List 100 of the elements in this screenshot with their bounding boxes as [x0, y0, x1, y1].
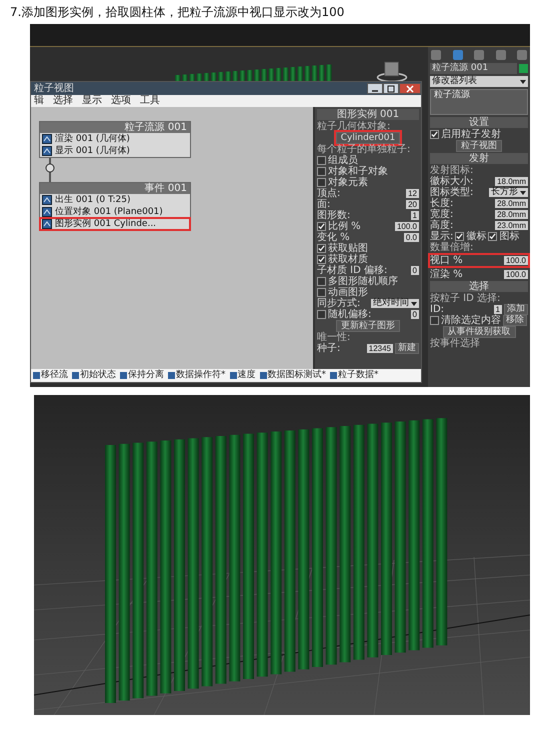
value-field[interactable]: 100.0 [504, 256, 528, 265]
checkbox[interactable] [317, 288, 326, 297]
value-field[interactable]: 100.0 [394, 222, 419, 231]
menu-item[interactable]: 选择 [53, 95, 73, 107]
dropdown-field[interactable]: 长方形 [489, 188, 528, 197]
checkbox-label: 启用粒子发射 [441, 129, 501, 140]
modifier-list-dropdown[interactable]: 修改器列表 [430, 76, 528, 87]
depot-item[interactable]: 数据操作符* [176, 370, 226, 381]
checkbox[interactable] [317, 178, 326, 187]
panel-button[interactable]: 添加 [504, 304, 528, 315]
operator-icon [330, 372, 337, 379]
depot-item[interactable]: 移径流 [41, 370, 68, 381]
panel-button[interactable]: 从事件级别获取 [442, 326, 516, 338]
operator-icon [33, 372, 40, 379]
checkbox-label: 动画图形 [328, 287, 368, 298]
checkbox[interactable] [317, 222, 326, 231]
operator-row[interactable]: 显示 001 (几何体) [40, 145, 190, 157]
color-swatch[interactable] [519, 64, 528, 73]
operator-icon [230, 372, 236, 379]
depot-item[interactable]: 初始状态 [80, 370, 116, 381]
depot-item[interactable]: 速度 [238, 370, 256, 381]
checkbox[interactable] [430, 130, 439, 139]
menu-item[interactable]: 选项 [111, 95, 131, 107]
operator-icon [72, 372, 79, 379]
field-label: 种子: [317, 343, 340, 354]
checkbox-label: 徽标 [466, 231, 486, 242]
operator-row[interactable]: 图形实例 001 Cylinde... [40, 218, 190, 230]
value-field[interactable]: 1 [494, 305, 502, 314]
panel-tab-icon[interactable] [494, 49, 506, 61]
field-label: 图标类型: [430, 187, 474, 198]
checkbox-label: 对象元素 [328, 177, 368, 188]
field-label: 视口 % [430, 255, 463, 266]
operator-row[interactable]: 渲染 001 (几何体) [40, 133, 190, 145]
value-field[interactable]: 28.0mm [495, 199, 528, 208]
value-field[interactable]: 12345 [366, 344, 393, 353]
stack-item[interactable]: 粒子流源 [431, 90, 527, 101]
panel-tab-icon[interactable] [516, 49, 528, 61]
group-label: 发射图标: [430, 165, 474, 176]
maximize-button[interactable] [383, 83, 399, 94]
panel-button[interactable]: 粒子视图 [456, 140, 502, 152]
group-label: 按事件选择 [430, 338, 480, 349]
close-button[interactable] [399, 83, 421, 94]
operator-icon [42, 219, 52, 229]
rollout-header[interactable]: 设置 [430, 117, 528, 128]
value-field[interactable]: 23.0mm [495, 221, 528, 230]
checkbox[interactable] [317, 167, 326, 176]
event-node[interactable]: 事件 001 出生 001 (0 T:25) 位置对象 001 (Plane001) 图形实例 001 Cylinde... [39, 182, 191, 231]
operator-row[interactable]: 出生 001 (0 T:25) [40, 194, 190, 206]
value-field[interactable]: 0.0 [404, 233, 419, 242]
field-label: 图形数: [317, 210, 350, 221]
caret-icon [411, 302, 417, 306]
rollout-header[interactable]: 发射 [430, 153, 528, 164]
checkbox[interactable] [488, 232, 498, 241]
panel-tab-icon[interactable] [452, 49, 464, 61]
field-label: ID: [430, 304, 444, 315]
value-field[interactable]: 12 [406, 189, 419, 198]
checkbox[interactable] [317, 255, 326, 264]
operator-row[interactable]: 位置对象 001 (Plane001) [40, 206, 190, 218]
checkbox[interactable] [317, 244, 326, 253]
maximize-icon [387, 84, 395, 92]
dropdown-field[interactable]: 绝对时间 [371, 299, 419, 308]
panel-tab-icon[interactable] [430, 49, 442, 61]
caret-icon [520, 80, 526, 84]
operator-icon [42, 195, 52, 205]
checkbox[interactable] [430, 316, 439, 325]
panel-button[interactable]: 新建 [395, 343, 419, 354]
panel-button[interactable]: Cylinder001 [336, 132, 400, 144]
field-label: 同步方式: [317, 298, 360, 309]
value-field[interactable]: 1 [410, 211, 419, 220]
group-label: 唯一性: [317, 332, 350, 343]
depot-item[interactable]: 保持分离 [128, 370, 164, 381]
view-cube-icon[interactable] [376, 59, 408, 83]
rollout-header[interactable]: 图形实例 001 [317, 109, 419, 120]
object-name-field[interactable]: 粒子流源 001 [430, 63, 517, 74]
menu-item[interactable]: 工具 [140, 95, 160, 107]
field-label: 宽度: [430, 209, 454, 220]
event-node[interactable]: 粒子流源 001 渲染 001 (几何体) 显示 001 (几何体) [39, 121, 191, 158]
menu-item[interactable]: 辑 [34, 95, 44, 107]
value-field[interactable]: 100.0 [504, 270, 528, 279]
value-field[interactable]: 28.0mm [495, 210, 528, 219]
value-field[interactable]: 0 [410, 266, 419, 275]
checkbox[interactable] [317, 277, 326, 286]
rollout-header[interactable]: 选择 [430, 281, 528, 292]
connector-drawing [45, 158, 55, 182]
value-field[interactable]: 0 [410, 310, 419, 319]
operator-icon [42, 134, 52, 144]
value-field[interactable]: 18.0mm [495, 177, 528, 186]
caret-icon [520, 190, 526, 194]
checkbox[interactable] [455, 232, 464, 241]
panel-tab-icon[interactable] [473, 49, 485, 61]
depot-item[interactable]: 粒子数据* [338, 370, 378, 381]
depot-item[interactable]: 数据图标测试* [268, 370, 326, 381]
panel-button[interactable]: 移除 [503, 315, 527, 326]
panel-button[interactable]: 更新粒子图形 [336, 320, 400, 332]
menu-item[interactable]: 显示 [82, 95, 102, 107]
minimize-button[interactable] [367, 83, 383, 94]
checkbox[interactable] [317, 156, 326, 165]
checkbox[interactable] [317, 310, 326, 319]
checkbox-label: 清除选定内容 [441, 315, 501, 326]
value-field[interactable]: 20 [406, 200, 419, 209]
